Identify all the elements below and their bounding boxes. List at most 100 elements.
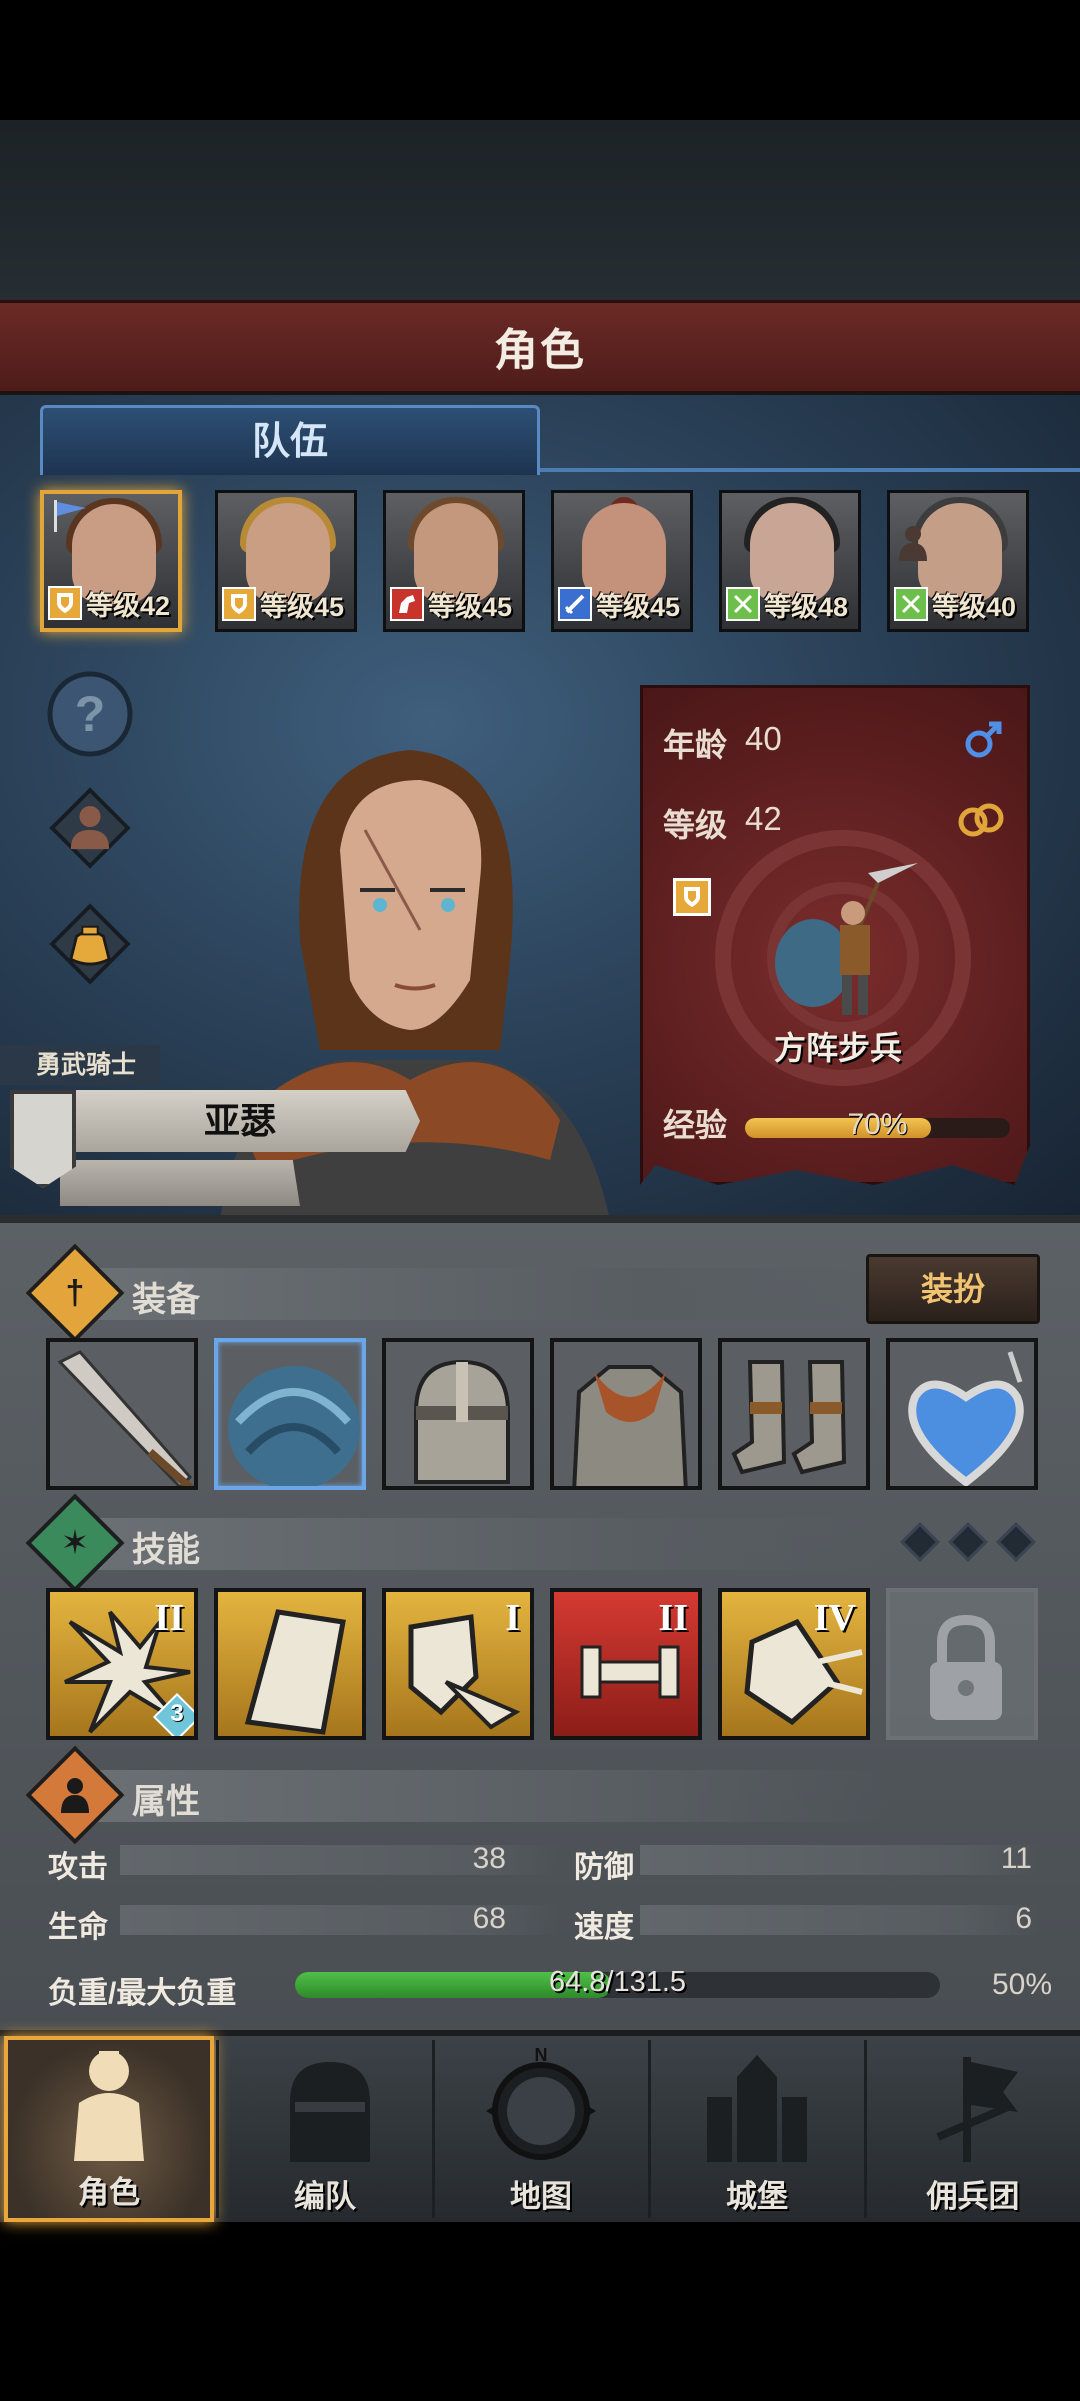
- hero-level-text: 等级45: [596, 591, 681, 622]
- character-info-button[interactable]: [44, 782, 136, 874]
- hero-level-text: 等级48: [764, 591, 849, 622]
- skill-rank: II: [658, 1597, 688, 1639]
- hero-level: 等级45: [390, 585, 518, 623]
- skill-slot-6[interactable]: [886, 1588, 1038, 1740]
- person-icon: [899, 526, 927, 561]
- nav-character[interactable]: 角色: [4, 2036, 214, 2222]
- skill-slot-5[interactable]: IV: [718, 1588, 870, 1740]
- hero-card-3[interactable]: 等级45: [383, 490, 525, 632]
- skill-rank: II: [154, 1597, 184, 1639]
- skill-slot-1[interactable]: II 3: [46, 1588, 198, 1740]
- unit-name: 方阵步兵: [773, 1030, 902, 1066]
- page-title: 角色: [494, 326, 586, 375]
- hero-level-text: 等级45: [260, 591, 345, 622]
- helmet-icon: [414, 1359, 510, 1484]
- info-card: 年龄 40 等级 42 方阵步兵 经验 70%: [640, 685, 1030, 1185]
- hero-card-2[interactable]: 等级45: [215, 490, 357, 632]
- bow-icon: [726, 587, 760, 621]
- heart-amulet-icon: [908, 1351, 1024, 1486]
- hero-level: 等级42: [48, 584, 174, 622]
- age-value: 40: [745, 720, 782, 757]
- top-decor-strip: [0, 120, 1080, 300]
- hero-card-6[interactable]: 等级40: [887, 490, 1029, 632]
- hero-card-5[interactable]: 等级48: [719, 490, 861, 632]
- load-value: 64.8/131.5: [548, 1966, 687, 1998]
- equip-slot-armor[interactable]: [550, 1338, 702, 1490]
- nav-mercenary[interactable]: 佣兵团: [868, 2036, 1078, 2222]
- attributes-title: 属性: [132, 1783, 200, 1821]
- xp-label: 经验: [663, 1107, 728, 1143]
- nav-separator: [432, 2040, 435, 2218]
- question-icon: ?: [47, 671, 133, 757]
- compass-icon: N: [486, 2047, 596, 2160]
- tab-team[interactable]: 队伍: [40, 405, 540, 475]
- equip-slot-accessory[interactable]: [886, 1338, 1038, 1490]
- speed-value: 6: [1015, 1902, 1032, 1935]
- help-button[interactable]: ?: [44, 668, 136, 760]
- nav-separator: [216, 2040, 219, 2218]
- horse-icon: [390, 587, 424, 621]
- helmet-formation-icon: [290, 2062, 370, 2162]
- hero-card-1[interactable]: 等级42: [40, 490, 182, 632]
- hero-level: 等级45: [222, 585, 350, 623]
- character-name[interactable]: 亚瑟: [60, 1090, 420, 1152]
- skill-slot-2[interactable]: [214, 1588, 366, 1740]
- flag-icon: [54, 500, 86, 532]
- load-label: 负重/最大负重: [48, 1977, 237, 2010]
- nav-castle-label: 城堡: [726, 2179, 788, 2214]
- attack-value: 38: [472, 1842, 506, 1875]
- shield-icon: [222, 587, 256, 621]
- skill-rank: IV: [813, 1597, 856, 1639]
- svg-text:?: ?: [75, 686, 106, 742]
- nav-separator: [864, 2040, 867, 2218]
- defense-label: 防御: [574, 1851, 634, 1884]
- sword-icon: [558, 587, 592, 621]
- dagger-icon: †: [65, 1273, 85, 1312]
- level-value: 42: [745, 800, 782, 837]
- header-bar: 角色: [0, 300, 1080, 395]
- shield-icon: [673, 878, 711, 916]
- character-icon: [49, 787, 131, 869]
- armor-icon: [572, 1365, 688, 1486]
- character-title: 勇武骑士: [0, 1045, 160, 1085]
- equip-slot-offhand[interactable]: [214, 1338, 366, 1490]
- nav-mercenary-label: 佣兵团: [926, 2179, 1020, 2214]
- spear-icon: [57, 1350, 194, 1486]
- person-icon: [44, 1764, 106, 1826]
- hp-label: 生命: [48, 1911, 108, 1944]
- equip-slot-boots[interactable]: [718, 1338, 870, 1490]
- equip-slot-weapon[interactable]: [46, 1338, 198, 1490]
- skill-slot-4[interactable]: II: [550, 1588, 702, 1740]
- knight-icon: [74, 2051, 144, 2161]
- hero-level: 等级40: [894, 585, 1022, 623]
- nav-separator: [648, 2040, 651, 2218]
- boots-icon: [731, 1360, 847, 1475]
- defense-value: 11: [1000, 1842, 1032, 1875]
- nav-formation[interactable]: 编队: [220, 2036, 430, 2222]
- pouch-icon: [49, 903, 131, 985]
- unit-figure: [775, 863, 918, 1015]
- hero-level: 等级48: [726, 585, 854, 623]
- skill-sub-level: 3: [170, 1700, 184, 1727]
- inventory-button[interactable]: [44, 898, 136, 990]
- hero-level-text: 等级42: [86, 590, 171, 621]
- hero-level: 等级45: [558, 585, 686, 623]
- dress-up-button[interactable]: 装扮: [866, 1254, 1040, 1324]
- nav-formation-label: 编队: [294, 2179, 356, 2214]
- nav-map[interactable]: N 地图: [436, 2036, 646, 2222]
- age-label: 年龄: [663, 727, 728, 763]
- equipment-title: 装备: [132, 1281, 200, 1319]
- bow-icon: [894, 587, 928, 621]
- castle-icon: [707, 2055, 807, 2162]
- hero-card-4[interactable]: 等级45: [551, 490, 693, 632]
- hero-level-text: 等级40: [932, 591, 1017, 622]
- nav-castle[interactable]: 城堡: [652, 2036, 862, 2222]
- mercenary-banner-icon: [936, 2057, 1018, 2162]
- shield-icon: [48, 586, 82, 620]
- speed-label: 速度: [574, 1911, 634, 1944]
- load-percent: 50%: [991, 1968, 1052, 2001]
- hero-level-text: 等级45: [428, 591, 513, 622]
- skill-rank: I: [505, 1597, 520, 1639]
- equip-slot-helmet[interactable]: [382, 1338, 534, 1490]
- skill-slot-3[interactable]: I: [382, 1588, 534, 1740]
